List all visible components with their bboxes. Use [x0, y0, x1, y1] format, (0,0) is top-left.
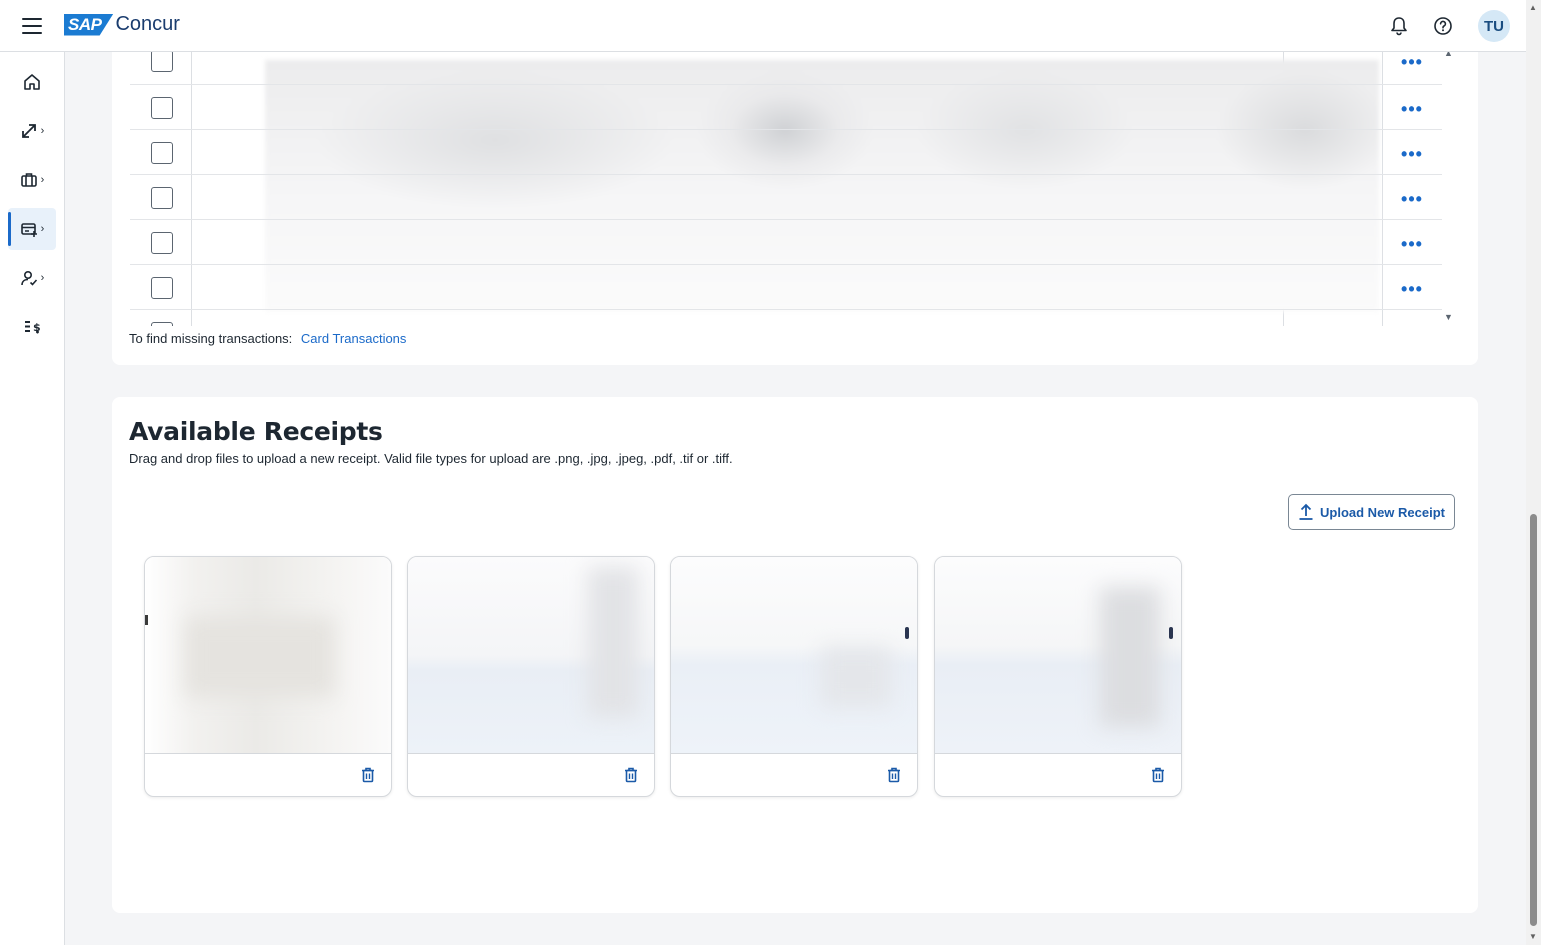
card-transactions-link[interactable]: Card Transactions	[301, 331, 407, 346]
sidebar-item-home[interactable]	[8, 61, 56, 103]
row-checkbox[interactable]	[151, 232, 173, 254]
receipt-card-footer	[935, 753, 1181, 796]
trip-briefcase-icon	[20, 173, 37, 187]
trash-icon[interactable]	[1149, 766, 1167, 784]
app-logo[interactable]: SAP Concur	[64, 13, 180, 36]
row-checkbox[interactable]	[151, 52, 173, 72]
receipt-thumbnail[interactable]	[145, 557, 391, 753]
top-bar: SAP Concur TU	[0, 0, 1526, 52]
scroll-up-icon[interactable]: ▲	[1529, 3, 1537, 12]
row-checkbox[interactable]	[151, 97, 173, 119]
scroll-down-icon[interactable]: ▼	[1529, 932, 1537, 941]
trash-icon[interactable]	[885, 766, 903, 784]
receipt-card[interactable]	[670, 556, 918, 797]
sidebar-item-reports[interactable]: $	[8, 306, 56, 348]
find-missing-label: To find missing transactions:	[129, 331, 293, 346]
sidebar: › › › › $	[0, 52, 65, 945]
table-row[interactable]: •••	[130, 130, 1442, 175]
trash-icon[interactable]	[622, 766, 640, 784]
row-more-icon[interactable]: •••	[1400, 145, 1424, 168]
help-icon[interactable]	[1428, 11, 1458, 41]
logo-name: Concur	[115, 13, 180, 35]
receipt-thumbnail[interactable]	[408, 557, 654, 753]
menu-icon[interactable]	[22, 18, 42, 34]
table-row[interactable]: •••	[130, 52, 1442, 85]
transactions-panel: ••• ••• ••• ••• ••• ••• ▲ ▼ To find miss…	[112, 40, 1478, 365]
find-missing-row: To find missing transactions: Card Trans…	[129, 331, 406, 346]
available-receipts-panel: Available Receipts Drag and drop files t…	[112, 397, 1478, 913]
sidebar-item-approvals[interactable]: ›	[8, 257, 56, 299]
transactions-table: ••• ••• ••• ••• ••• ••• ▲ ▼	[130, 52, 1458, 326]
row-more-icon[interactable]: •••	[1400, 53, 1424, 76]
trash-icon[interactable]	[359, 766, 377, 784]
receipt-card[interactable]	[407, 556, 655, 797]
approvals-person-icon	[20, 270, 37, 286]
top-actions: TU	[1384, 10, 1510, 42]
page-scrollbar[interactable]: ▲ ▼	[1526, 0, 1541, 945]
row-more-icon[interactable]: •••	[1400, 235, 1424, 258]
row-checkbox[interactable]	[151, 322, 173, 326]
table-row[interactable]: •••	[130, 175, 1442, 220]
chevron-right-icon: ›	[40, 223, 45, 235]
receipt-thumbnail[interactable]	[671, 557, 917, 753]
chevron-right-icon: ›	[40, 272, 45, 284]
table-row[interactable]	[130, 310, 1442, 326]
receipt-thumbnail[interactable]	[935, 557, 1181, 753]
table-row[interactable]: •••	[130, 265, 1442, 310]
logo-sap: SAP	[64, 13, 114, 36]
receipt-card-footer	[671, 753, 917, 796]
row-checkbox[interactable]	[151, 277, 173, 299]
reports-icon: $	[25, 321, 41, 334]
section-title: Available Receipts	[129, 417, 383, 446]
travel-request-icon	[21, 124, 36, 138]
row-more-icon[interactable]: •••	[1400, 190, 1424, 213]
section-description: Drag and drop files to upload a new rece…	[129, 451, 733, 466]
table-row[interactable]: •••	[130, 85, 1442, 130]
upload-icon	[1299, 503, 1313, 520]
table-scroll-down-icon[interactable]: ▼	[1444, 312, 1453, 322]
sidebar-item-requests[interactable]: ›	[8, 110, 56, 152]
upload-new-receipt-button[interactable]: Upload New Receipt	[1288, 494, 1455, 530]
row-more-icon[interactable]: •••	[1400, 100, 1424, 123]
sidebar-item-travel[interactable]: ›	[8, 159, 56, 201]
sidebar-item-expense[interactable]: ›	[8, 208, 56, 250]
bell-icon[interactable]	[1384, 11, 1414, 41]
table-scroll-up-icon[interactable]: ▲	[1444, 52, 1453, 58]
user-avatar[interactable]: TU	[1478, 10, 1510, 42]
row-more-icon[interactable]: •••	[1400, 280, 1424, 303]
home-icon	[24, 74, 40, 90]
chevron-right-icon: ›	[40, 125, 45, 137]
receipt-card[interactable]	[934, 556, 1182, 797]
scrollbar-thumb[interactable]	[1530, 514, 1537, 926]
chevron-right-icon: ›	[40, 174, 45, 186]
upload-label: Upload New Receipt	[1320, 504, 1445, 520]
table-row[interactable]: •••	[130, 220, 1442, 265]
receipt-card-footer	[408, 753, 654, 796]
row-checkbox[interactable]	[151, 187, 173, 209]
receipt-card-footer	[145, 753, 391, 796]
expense-icon	[20, 223, 37, 237]
receipt-card[interactable]	[144, 556, 392, 797]
row-checkbox[interactable]	[151, 142, 173, 164]
